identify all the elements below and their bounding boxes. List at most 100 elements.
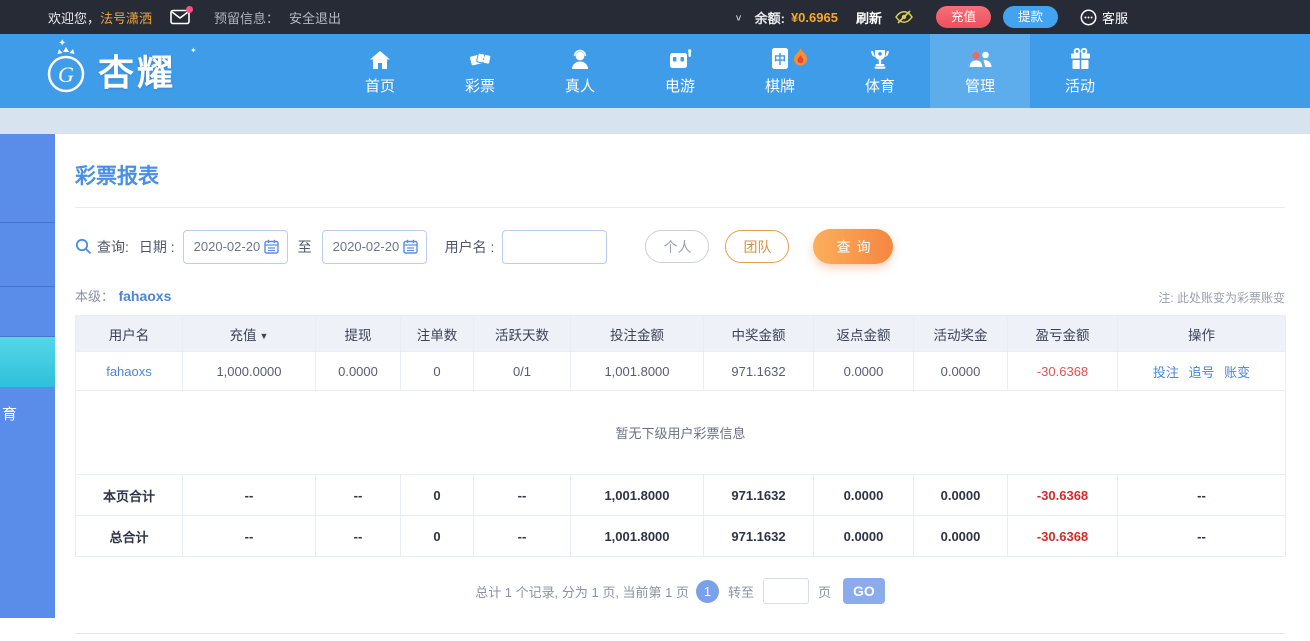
chase-link[interactable]: 追号 xyxy=(1188,365,1214,380)
total-cell: -- xyxy=(315,474,401,516)
cell-profit-loss: -30.6368 xyxy=(1007,351,1118,391)
bet-link[interactable]: 投注 xyxy=(1153,365,1179,380)
nav-items: 首页 彩票 真人 电游 中 棋牌 体育 管理 活动 xyxy=(330,34,1130,108)
nav-item-egames[interactable]: 电游 xyxy=(630,34,730,108)
sparkle-icon: ✦ xyxy=(58,38,67,49)
home-icon xyxy=(369,46,391,70)
sidebar-item-active[interactable] xyxy=(0,337,55,387)
chevron-down-icon[interactable]: ∨ xyxy=(735,12,743,23)
account-change-link[interactable]: 账变 xyxy=(1224,365,1250,380)
total-cell: -- xyxy=(182,515,316,557)
cell-deposit: 1,000.0000 xyxy=(182,351,316,391)
gift-icon xyxy=(1069,46,1092,70)
level-label: 本级： xyxy=(75,289,115,304)
logo-text: 杏耀 xyxy=(98,52,177,93)
username-link[interactable]: 法号潇洒 xyxy=(100,8,152,27)
total-cell: 0.0000 xyxy=(913,515,1008,557)
goto-page-input[interactable] xyxy=(763,578,810,604)
bottom-divider xyxy=(75,633,1285,634)
customer-service-label: 客服 xyxy=(1101,10,1128,26)
table-row: fahaoxs 1,000.0000 0.0000 0 0/1 1,001.80… xyxy=(75,351,1286,391)
nav-item-lottery[interactable]: 彩票 xyxy=(430,34,530,108)
deposit-button[interactable]: 充值 xyxy=(935,6,991,28)
cell-rebate-amount: 0.0000 xyxy=(813,351,914,391)
page-number-button[interactable]: 1 xyxy=(696,579,719,603)
live-dealer-icon xyxy=(569,46,591,70)
date-from-picker[interactable]: 2020-02-20 xyxy=(182,229,288,264)
nav-item-label: 电游 xyxy=(664,78,695,95)
logout-link[interactable]: 安全退出 xyxy=(289,8,341,27)
username-input[interactable] xyxy=(502,229,608,264)
col-deposit-sorted[interactable]: 充值 ▼ xyxy=(182,315,316,352)
nav-item-boardgames[interactable]: 中 棋牌 xyxy=(730,34,830,108)
nav-item-sports[interactable]: 体育 xyxy=(830,34,930,108)
total-cell: -- xyxy=(1117,474,1286,516)
nav-item-label: 真人 xyxy=(564,78,595,95)
search-icon xyxy=(75,238,92,255)
total-cell-profit-loss: -30.6368 xyxy=(1007,515,1118,557)
date-from-value: 2020-02-20 xyxy=(193,239,261,254)
col-profit-loss: 盈亏金额 xyxy=(1007,315,1118,352)
total-cell: 0 xyxy=(400,515,474,557)
query-label: 查询: xyxy=(75,237,129,257)
search-button[interactable]: 查询 xyxy=(813,229,894,264)
nav-item-home[interactable]: 首页 xyxy=(330,34,430,108)
sidebar-item[interactable] xyxy=(0,134,55,223)
col-withdraw: 提现 xyxy=(315,315,401,352)
site-logo[interactable]: ✦ ✦ G 杏耀 xyxy=(40,38,197,96)
level-user-link[interactable]: fahaoxs xyxy=(118,288,171,304)
eye-slash-icon[interactable] xyxy=(894,9,914,25)
chat-bubble-icon xyxy=(1080,9,1097,25)
reserved-info-label: 预留信息： xyxy=(214,10,280,26)
nav-item-label: 彩票 xyxy=(464,78,495,95)
total-cell: 0.0000 xyxy=(913,474,1008,516)
nav-item-label: 体育 xyxy=(864,78,895,95)
col-rebate-amount: 返点金额 xyxy=(813,315,914,352)
col-activity-bonus: 活动奖金 xyxy=(913,315,1008,352)
date-label: 日期 : xyxy=(138,238,175,255)
nav-item-activity[interactable]: 活动 xyxy=(1030,34,1130,108)
customer-service-link[interactable]: 客服 xyxy=(1080,8,1128,27)
mahjong-tile-icon: 中 xyxy=(771,46,789,70)
nav-item-live[interactable]: 真人 xyxy=(530,34,630,108)
total-cell: 0 xyxy=(400,474,474,516)
level-row: 本级： fahaoxs 注: 此处账变为彩票账变 xyxy=(75,286,1285,306)
withdraw-button[interactable]: 提款 xyxy=(1002,6,1058,28)
grand-total-row: 总合计 -- -- 0 -- 1,001.8000 971.1632 0.000… xyxy=(75,515,1286,557)
cell-withdraw: 0.0000 xyxy=(315,351,401,391)
total-cell: -- xyxy=(473,474,571,516)
go-button[interactable]: GO xyxy=(843,578,885,604)
balance-label: 余额: xyxy=(754,10,785,26)
refresh-balance-link[interactable]: 刷新 xyxy=(856,8,882,27)
main-content: 彩票报表 查询: 日期 : 2020-02-20 至 2020-02-20 用户… xyxy=(55,134,1310,641)
total-cell: 1,001.8000 xyxy=(570,515,704,557)
screen: 欢迎您， 法号潇洒 预留信息： 安全退出 ∨ 余额: ¥0.6965 刷新 充值… xyxy=(0,0,1310,641)
flame-icon xyxy=(793,48,808,70)
account-note: 注: 此处账变为彩票账变 xyxy=(1158,291,1285,305)
pagination-summary: 总计 1 个记录, 分为 1 页, 当前第 1 页 xyxy=(475,584,689,600)
sparkle-icon: ✦ xyxy=(190,46,197,55)
grand-total-label: 总合计 xyxy=(75,515,183,557)
col-username: 用户名 xyxy=(75,315,183,352)
sidebar-item[interactable] xyxy=(0,223,55,287)
report-table: 用户名 充值 ▼ 提现 注单数 活跃天数 投注金额 中奖金额 返点金额 活动奖金 … xyxy=(75,315,1286,557)
nav-item-label: 首页 xyxy=(364,78,395,95)
date-to-label: 至 xyxy=(297,238,312,255)
team-button[interactable]: 团队 xyxy=(725,230,790,263)
page-total-label: 本页合计 xyxy=(75,474,183,516)
row-user-link[interactable]: fahaoxs xyxy=(75,351,183,391)
nav-item-manage[interactable]: 管理 xyxy=(930,34,1030,108)
nav-item-label: 管理 xyxy=(964,78,995,95)
sidebar-item-sports[interactable]: 育 xyxy=(0,387,55,440)
personal-button[interactable]: 个人 xyxy=(645,230,710,263)
date-to-picker[interactable]: 2020-02-20 xyxy=(321,229,427,264)
sidebar-item[interactable] xyxy=(0,287,55,337)
svg-text:G: G xyxy=(58,62,74,87)
nav-item-label: 活动 xyxy=(1064,78,1095,95)
mail-icon[interactable] xyxy=(170,6,194,25)
search-form: 查询: 日期 : 2020-02-20 至 2020-02-20 用户名 : 个… xyxy=(75,229,1285,264)
cell-bet-count: 0 xyxy=(400,351,474,391)
total-cell-profit-loss: -30.6368 xyxy=(1007,474,1118,516)
logo-crest-icon: G xyxy=(47,47,85,93)
username-label: 用户名 : xyxy=(444,238,495,255)
